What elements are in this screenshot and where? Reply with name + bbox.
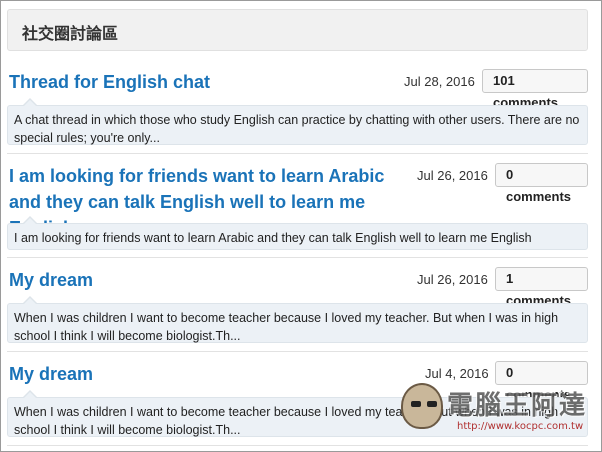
thread-excerpt: A chat thread in which those who study E… — [7, 98, 588, 145]
section-title: 社交圈討論區 — [22, 24, 119, 43]
thread-divider — [7, 351, 588, 352]
comments-button[interactable]: 0 comments — [495, 163, 588, 204]
watermark-text: 電腦王阿達 — [447, 391, 588, 421]
thread-title-link[interactable]: My dream — [9, 267, 309, 293]
mascot-face-icon — [401, 383, 443, 429]
thread-divider — [7, 153, 588, 154]
watermark-logo: 電腦王阿達 http://www.kocpc.com.tw — [401, 383, 601, 443]
comments-button[interactable]: 101 comments — [482, 69, 588, 110]
section-header: 社交圈討論區 — [7, 9, 588, 51]
thread-divider — [7, 445, 588, 446]
thread-date: Jul 26, 2016 — [417, 168, 488, 183]
page-frame: 社交圈討論區 Thread for English chat Jul 28, 2… — [0, 0, 602, 452]
thread-excerpt: I am looking for friends want to learn A… — [7, 216, 588, 250]
thread-excerpt: When I was children I want to become tea… — [7, 296, 588, 343]
thread-date: Jul 26, 2016 — [417, 272, 488, 287]
thread-divider — [7, 257, 588, 258]
watermark-url: http://www.kocpc.com.tw — [457, 421, 584, 432]
thread-title-link[interactable]: Thread for English chat — [9, 69, 389, 95]
thread-date: Jul 28, 2016 — [404, 74, 475, 89]
mascot-eye-icon — [427, 401, 437, 407]
comments-button[interactable]: 0 comments — [495, 361, 588, 402]
thread-title-link[interactable]: My dream — [9, 361, 309, 387]
comments-button[interactable]: 1 comments — [495, 267, 588, 308]
mascot-eye-icon — [411, 401, 421, 407]
thread-date: Jul 4, 2016 — [425, 366, 489, 381]
